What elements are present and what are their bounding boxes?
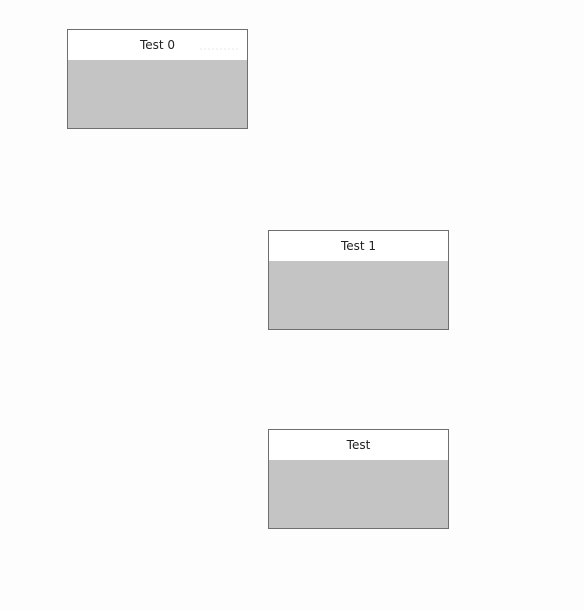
card-title: Test 0 xyxy=(68,30,247,60)
card-body xyxy=(68,60,247,128)
card-test-0[interactable]: Test 0 xyxy=(67,29,248,129)
card-title: Test 1 xyxy=(269,231,448,261)
card-test-1[interactable]: Test 1 xyxy=(268,230,449,330)
card-body xyxy=(269,261,448,329)
card-title: Test xyxy=(269,430,448,460)
card-test[interactable]: Test xyxy=(268,429,449,529)
header-dots xyxy=(199,48,239,50)
card-body xyxy=(269,460,448,528)
